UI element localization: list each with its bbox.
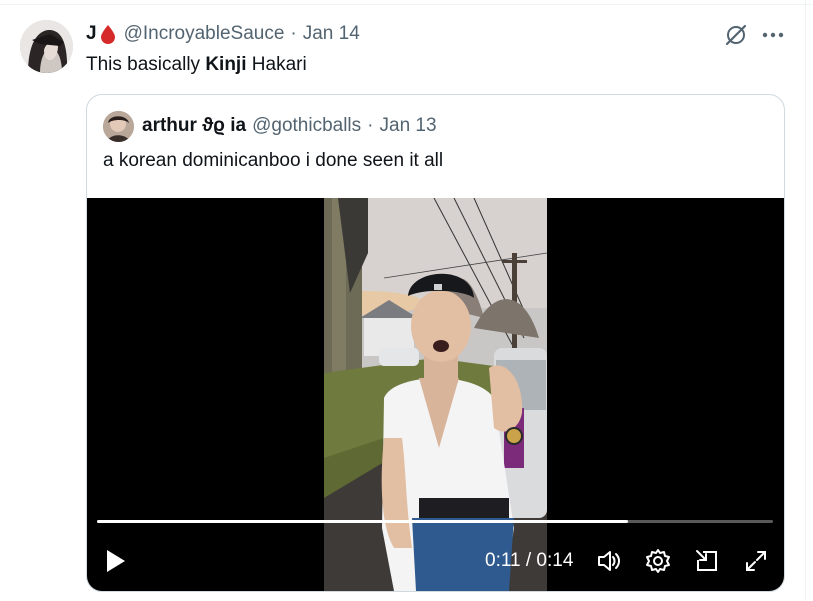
quoted-author-handle[interactable]: @gothicballs: [252, 115, 361, 137]
tweet-header: J @IncroyableSauce · Jan 14: [86, 22, 360, 46]
tweet-text-bold: Kinji: [205, 54, 247, 75]
quoted-tweet-text: a korean dominicanboo i done seen it all: [103, 150, 444, 171]
right-divider: [805, 0, 806, 601]
more-icon[interactable]: [760, 22, 786, 48]
settings-icon[interactable]: [645, 548, 671, 574]
video-player[interactable]: 0:11 / 0:14: [87, 198, 784, 591]
tweet-date[interactable]: Jan 14: [303, 23, 360, 45]
quoted-tweet-date[interactable]: Jan 13: [380, 115, 437, 137]
author-handle[interactable]: @IncroyableSauce: [124, 23, 285, 45]
author-name[interactable]: J: [86, 23, 97, 45]
quoted-tweet-header: arthur ϑϱ ia @gothicballs · Jan 13: [142, 115, 437, 137]
top-divider: [0, 4, 813, 5]
grok-icon[interactable]: [723, 22, 749, 48]
video-time: 0:11 / 0:14: [485, 550, 573, 572]
picture-in-picture-icon[interactable]: [694, 548, 720, 574]
quoted-header-separator: ·: [367, 115, 374, 136]
volume-icon[interactable]: [596, 548, 622, 574]
tweet-text-part1: This basically: [86, 54, 206, 75]
quoted-author-name[interactable]: arthur ϑϱ ia: [142, 115, 246, 137]
video-duration: 0:14: [536, 550, 574, 571]
header-separator: ·: [290, 23, 297, 44]
video-current-time: 0:11: [485, 550, 521, 571]
blood-drop-icon: [100, 24, 116, 44]
video-time-separator: /: [520, 550, 537, 571]
tweet-text-part2: Hakari: [246, 54, 307, 75]
video-frame: [324, 198, 547, 591]
video-progress-fill: [97, 520, 629, 523]
video-progress-bar[interactable]: [97, 520, 773, 523]
tweet-text: This basically Kinji Hakari: [86, 52, 307, 78]
quoted-tweet-card[interactable]: arthur ϑϱ ia @gothicballs · Jan 13 a kor…: [86, 94, 785, 592]
author-avatar[interactable]: [20, 20, 73, 73]
quoted-author-avatar[interactable]: [103, 111, 134, 142]
fullscreen-icon[interactable]: [743, 548, 769, 574]
play-icon[interactable]: [105, 548, 127, 574]
